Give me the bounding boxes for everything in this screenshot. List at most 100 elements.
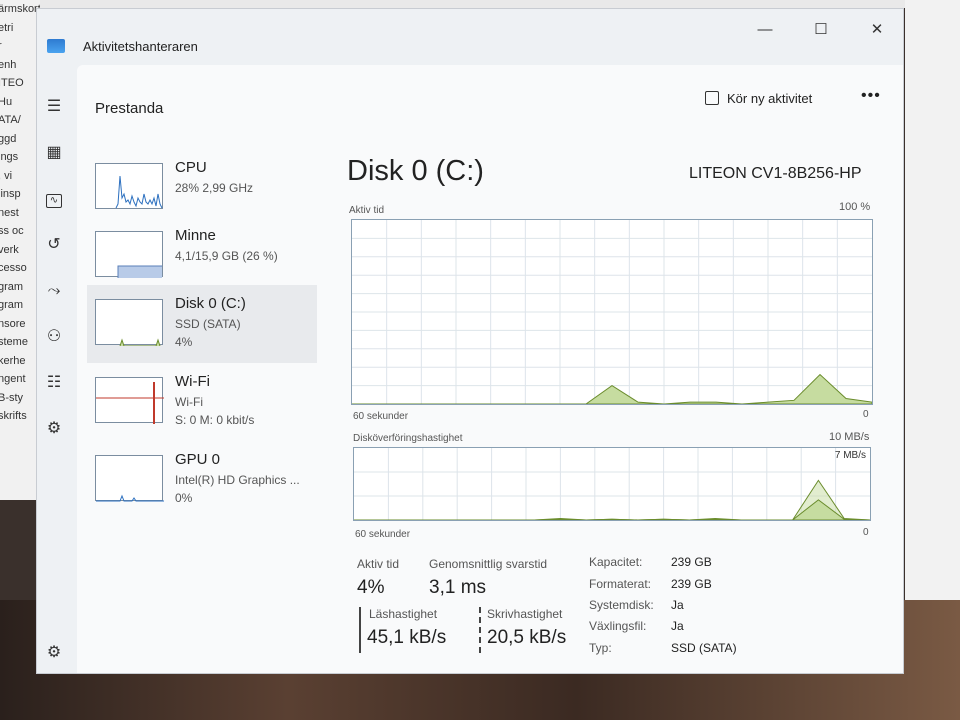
write-rate-divider xyxy=(479,607,481,653)
performance-pane: Prestanda Kör ny aktivitet ••• CPU 28% 2… xyxy=(77,65,903,673)
active-time-chart xyxy=(351,219,873,405)
background-window-top xyxy=(40,0,960,8)
run-new-task-button[interactable]: Kör ny aktivitet xyxy=(705,91,812,106)
services-icon[interactable]: ⚙ xyxy=(37,415,71,443)
formatted-label: Formaterat: xyxy=(589,577,652,591)
transfer-rate-chart: 7 MB/s xyxy=(353,447,871,521)
background-text-line: gram xyxy=(0,299,24,311)
cpu-thumbnail xyxy=(95,163,163,209)
device-detail: Intel(R) HD Graphics ... xyxy=(175,473,300,487)
background-text-line: ATA/ xyxy=(0,114,21,126)
disk-thumbnail xyxy=(95,299,163,346)
active-time-series xyxy=(352,373,873,405)
background-text-line: linsp xyxy=(0,188,21,200)
active-time-label: Aktiv tid xyxy=(357,557,400,571)
background-text-line: verk xyxy=(0,243,19,256)
transfer-rate-chart-label: Diskö­verföringshastighet xyxy=(353,433,463,444)
avg-response-label: Genomsnittlig svarstid xyxy=(429,557,548,571)
active-time-chart-max: 100 % xyxy=(839,201,871,213)
task-manager-app-icon xyxy=(47,39,65,53)
type-value: SSD (SATA) xyxy=(671,641,737,655)
disk-model: LITEON CV1-8B256-HP xyxy=(689,165,862,182)
more-options-button[interactable]: ••• xyxy=(861,87,881,105)
background-text-line: ggd xyxy=(0,132,17,145)
background-text-line: cesso xyxy=(0,262,27,274)
background-window-right xyxy=(905,0,960,600)
transfer-rate-chart-xlabel: 60 sekunder xyxy=(355,529,411,540)
background-text-line: ITEO xyxy=(0,77,24,89)
startup-apps-icon[interactable]: ⤳ xyxy=(37,277,71,305)
background-text-line: steme xyxy=(0,336,28,348)
device-memory[interactable]: Minne 4,1/15,9 GB (26 %) xyxy=(87,217,317,295)
capacity-value: 239 GB xyxy=(671,555,712,569)
device-usage: 0% xyxy=(175,491,193,505)
formatted-value: 239 GB xyxy=(671,577,712,591)
window-title: Aktivitetshanteraren xyxy=(83,39,198,54)
avg-response-value: 3,1 ms xyxy=(429,577,487,598)
active-time-value: 4% xyxy=(357,577,385,598)
background-text-line: ings xyxy=(0,151,19,163)
background-text-line: , vi xyxy=(0,169,13,182)
device-gpu-0[interactable]: GPU 0 Intel(R) HD Graphics ... 0% xyxy=(87,441,317,519)
run-task-label: Kör ny aktivitet xyxy=(727,91,813,106)
background-text-line: nest xyxy=(0,206,19,219)
device-name: Disk 0 (C:) xyxy=(175,295,246,312)
device-name: Wi-Fi xyxy=(175,373,210,390)
minimize-button[interactable]: — xyxy=(745,15,785,45)
app-history-icon[interactable]: ↺ xyxy=(37,231,71,259)
gpu-thumbnail xyxy=(95,455,164,502)
background-text-line: nsore xyxy=(0,317,26,330)
close-button[interactable]: ✕ xyxy=(857,15,897,45)
page-file-label: Växlingsfil: xyxy=(589,619,647,633)
write-rate-value: 20,5 kB/s xyxy=(487,627,567,648)
read-rate-divider xyxy=(359,607,361,653)
active-time-chart-min: 0 xyxy=(863,409,869,420)
details-icon[interactable]: ☷ xyxy=(37,369,71,397)
memory-thumbnail xyxy=(95,231,163,278)
type-label: Typ: xyxy=(589,641,612,655)
run-task-icon xyxy=(705,91,719,105)
device-detail: SSD (SATA) xyxy=(175,317,241,331)
device-detail: Wi-Fi xyxy=(175,395,203,409)
hamburger-menu-icon[interactable]: ☰ xyxy=(37,93,71,121)
system-disk-value: Ja xyxy=(671,598,684,612)
background-text-line: skrifts xyxy=(0,410,27,422)
transfer-rate-chart-max: 10 MB/s xyxy=(829,431,870,443)
device-wifi[interactable]: Wi-Fi Wi-Fi S: 0 M: 0 kbit/s xyxy=(87,363,317,441)
device-cpu[interactable]: CPU 28% 2,99 GHz xyxy=(87,149,317,227)
processes-icon[interactable]: ▦ xyxy=(37,139,71,167)
system-disk-label: Systemdisk: xyxy=(589,598,654,612)
background-window-text: ärmskort etri r enh ITEO Hu ATA/ggd ings , vi lin… xyxy=(0,0,40,500)
device-detail: 4,1/15,9 GB (26 %) xyxy=(175,249,278,263)
device-usage: 4% xyxy=(175,335,193,349)
task-manager-window: Aktivitetshanteraren — ☐ ✕ ☰ ▦ ∿ ↺ ⤳ ⚇ ☷… xyxy=(36,8,904,674)
device-name: GPU 0 xyxy=(175,451,221,468)
device-name: CPU xyxy=(175,159,207,176)
background-text-line: etri xyxy=(0,21,14,34)
transfer-rate-inner-max: 7 MB/s xyxy=(834,450,866,461)
read-rate-value: 45,1 kB/s xyxy=(367,627,447,648)
background-text-line: ngent xyxy=(0,373,26,385)
wifi-thumbnail xyxy=(95,377,164,424)
performance-icon[interactable]: ∿ xyxy=(37,185,71,213)
disk-title: Disk 0 (C:) xyxy=(347,155,484,187)
device-detail: 28% 2,99 GHz xyxy=(175,181,254,195)
page-title: Prestanda xyxy=(95,100,164,117)
write-rate-label: Skrivhastighet xyxy=(487,607,563,621)
background-text-line: Hu xyxy=(0,95,13,108)
device-disk-0[interactable]: Disk 0 (C:) SSD (SATA) 4% xyxy=(87,285,317,363)
read-rate-series xyxy=(354,479,871,521)
maximize-button[interactable]: ☐ xyxy=(801,15,841,45)
background-text-line: enh xyxy=(0,58,17,71)
write-rate-series xyxy=(354,499,871,521)
device-name: Minne xyxy=(175,227,216,244)
read-rate-label: Läshastighet xyxy=(369,607,438,621)
title-bar[interactable]: Aktivitetshanteraren — ☐ ✕ xyxy=(37,9,903,67)
active-time-chart-label: Aktiv tid xyxy=(349,205,385,216)
background-text-line: ss oc xyxy=(0,225,24,237)
users-icon[interactable]: ⚇ xyxy=(37,323,71,351)
active-time-chart-xlabel: 60 sekunder xyxy=(353,411,409,422)
settings-icon[interactable]: ⚙ xyxy=(37,639,71,667)
transfer-rate-chart-min: 0 xyxy=(863,527,869,538)
background-text-line: r xyxy=(0,37,40,56)
